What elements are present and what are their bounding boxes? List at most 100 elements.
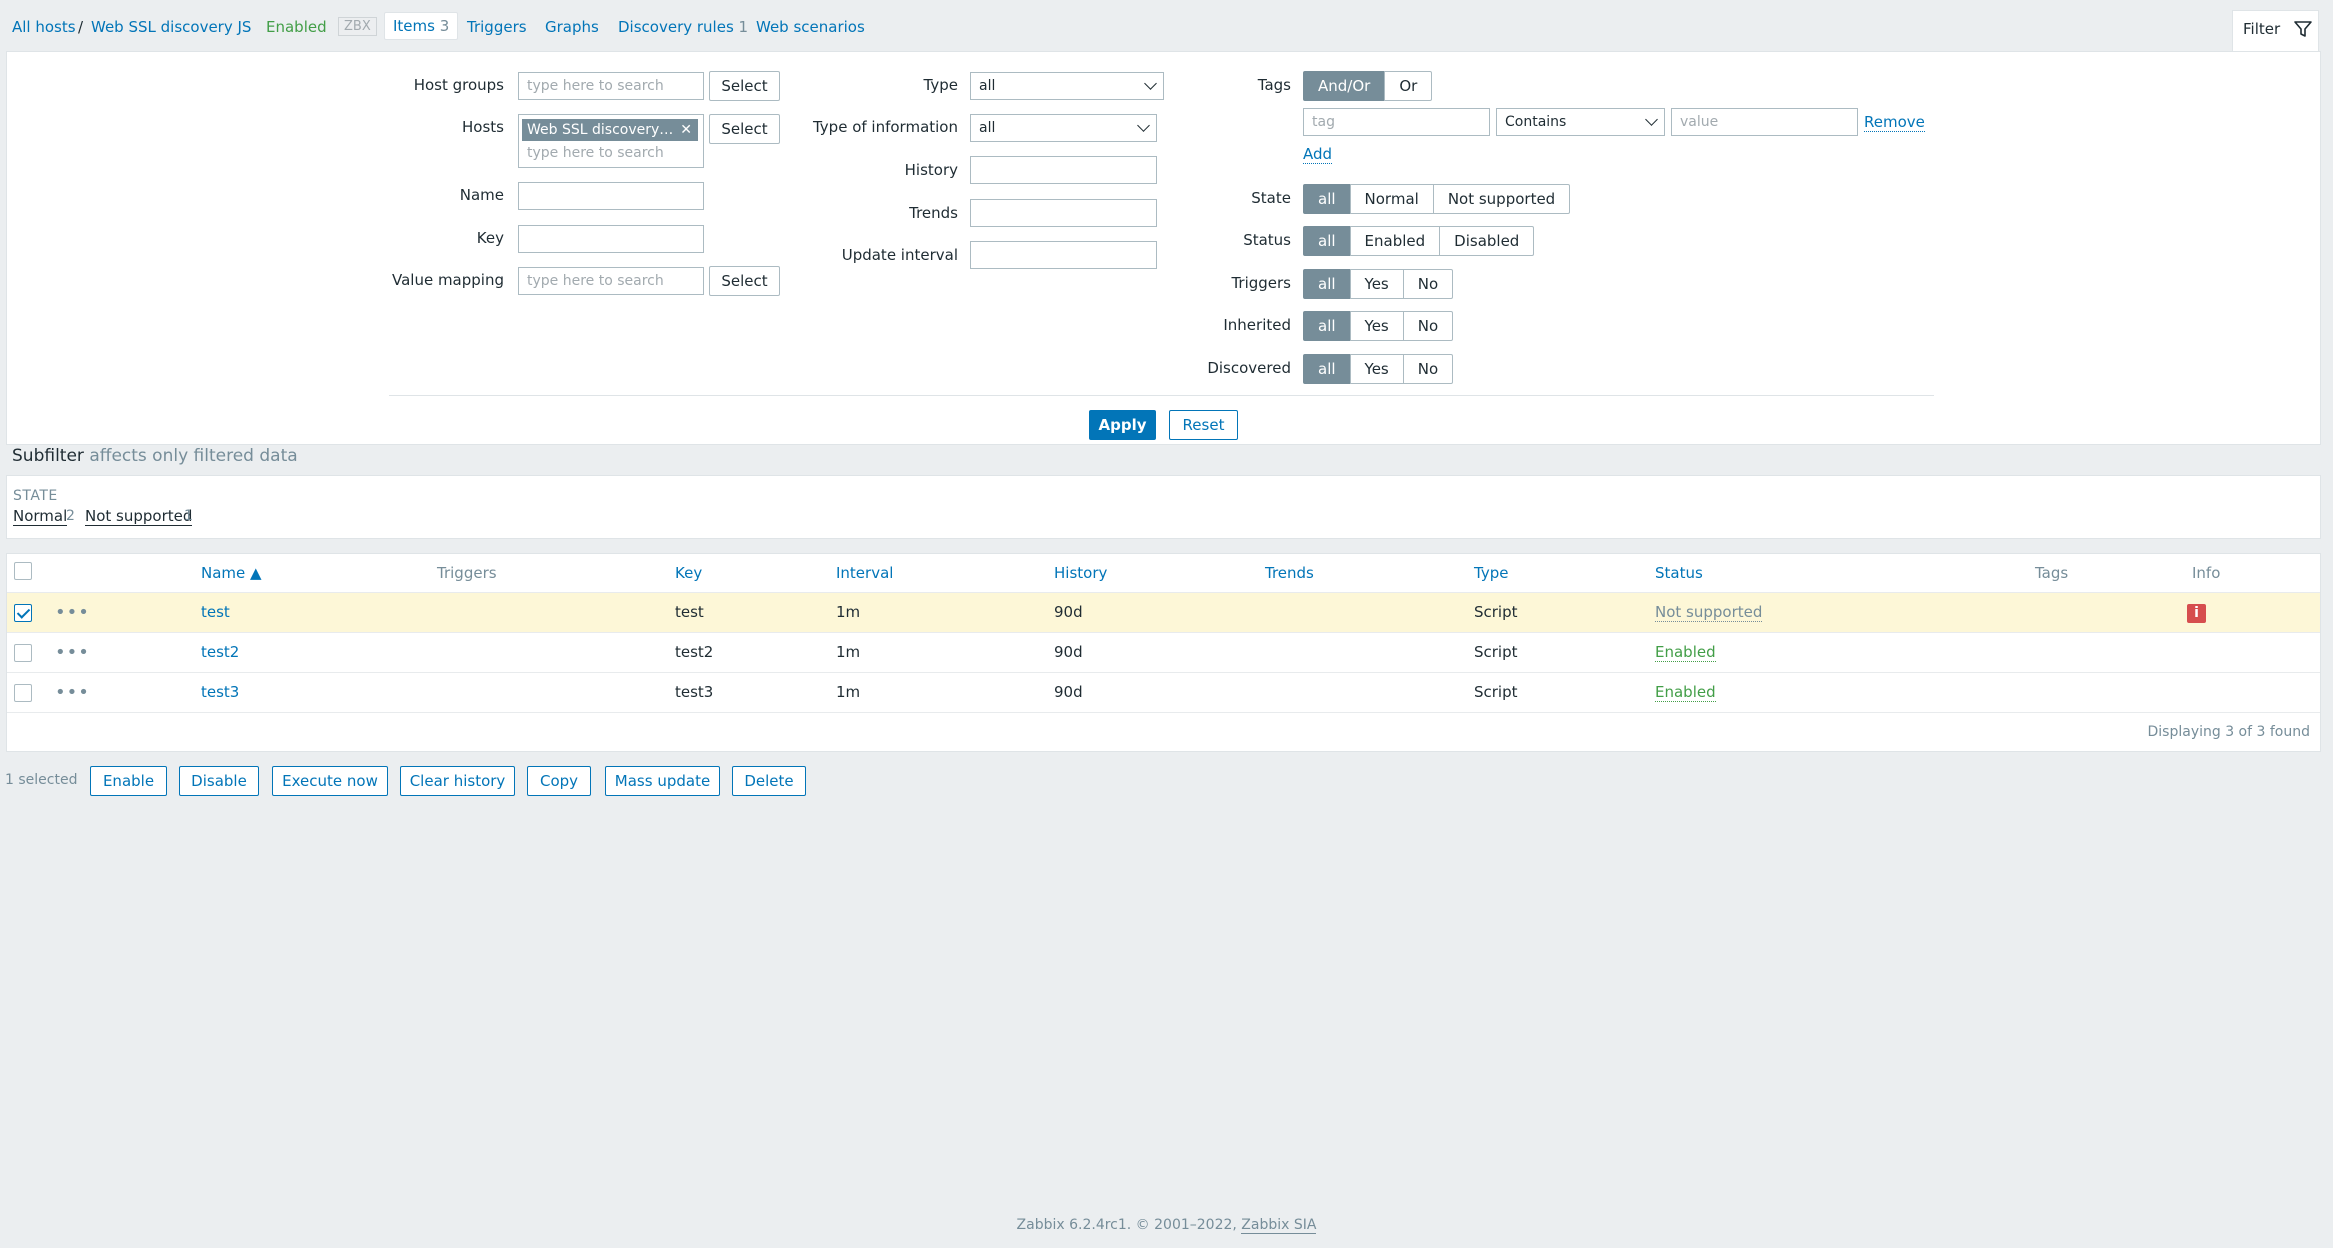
- discovered-label: Discovered: [1207, 359, 1291, 377]
- subfilter-normal-count: 2: [66, 508, 75, 524]
- status-disabled-option[interactable]: Disabled: [1439, 226, 1535, 256]
- item-status-not-supported[interactable]: Not supported: [1655, 603, 1763, 622]
- value-mapping-input[interactable]: type here to search: [518, 267, 704, 295]
- enable-button[interactable]: Enable: [90, 766, 167, 796]
- breadcrumb-host[interactable]: Web SSL discovery JS: [91, 18, 251, 36]
- item-key: test2: [675, 643, 714, 661]
- tab-graphs[interactable]: Graphs: [545, 18, 599, 36]
- status-enabled-option[interactable]: Enabled: [1349, 226, 1441, 256]
- item-history: 90d: [1054, 643, 1083, 661]
- column-header-trends[interactable]: Trends: [1265, 564, 1314, 582]
- trends-label: Trends: [909, 204, 958, 222]
- footer-company-link[interactable]: Zabbix SIA: [1241, 1217, 1317, 1234]
- tab-web-scenarios[interactable]: Web scenarios: [756, 18, 865, 36]
- row-checkbox[interactable]: [14, 644, 32, 662]
- more-actions-icon[interactable]: •••: [55, 684, 90, 702]
- table-bottom-border: [7, 712, 2320, 713]
- column-header-info: Info: [2192, 564, 2221, 582]
- copy-button[interactable]: Copy: [527, 766, 591, 796]
- apply-button[interactable]: Apply: [1089, 410, 1156, 440]
- mass-update-button[interactable]: Mass update: [605, 766, 720, 796]
- inherited-toggle: all Yes No: [1303, 311, 1454, 341]
- more-actions-icon[interactable]: •••: [55, 604, 90, 622]
- discovered-all-option[interactable]: all: [1303, 354, 1351, 384]
- value-mapping-label: Value mapping: [391, 271, 504, 289]
- column-header-history[interactable]: History: [1054, 564, 1107, 582]
- subfilter-heading: Subfilter: [12, 446, 84, 466]
- host-status-enabled[interactable]: Enabled: [266, 18, 327, 36]
- state-normal-option[interactable]: Normal: [1349, 184, 1434, 214]
- item-status-enabled[interactable]: Enabled: [1655, 643, 1716, 662]
- selected-count: 1 selected: [5, 772, 78, 788]
- clear-history-button[interactable]: Clear history: [400, 766, 515, 796]
- state-all-option[interactable]: all: [1303, 184, 1351, 214]
- delete-button[interactable]: Delete: [732, 766, 806, 796]
- inherited-no-option[interactable]: No: [1402, 311, 1454, 341]
- hosts-search-input[interactable]: type here to search: [527, 145, 664, 161]
- tag-operator-select[interactable]: Contains: [1496, 108, 1665, 136]
- status-toggle: all Enabled Disabled: [1303, 226, 1535, 256]
- filter-funnel-icon: [2294, 21, 2312, 37]
- item-interval: 1m: [836, 683, 861, 701]
- host-groups-label: Host groups: [413, 76, 504, 94]
- table-row[interactable]: ••• test2 test2 1m 90d Script Enabled: [7, 632, 2320, 673]
- tags-and-or-option[interactable]: And/Or: [1303, 71, 1386, 101]
- column-header-triggers: Triggers: [437, 564, 497, 582]
- inherited-yes-option[interactable]: Yes: [1349, 311, 1404, 341]
- type-of-information-select[interactable]: all: [970, 114, 1157, 142]
- triggers-all-option[interactable]: all: [1303, 269, 1351, 299]
- select-all-checkbox[interactable]: [14, 562, 32, 580]
- items-table: Name ▲ Triggers Key Interval History Tre…: [6, 553, 2321, 752]
- tab-discovery-rules[interactable]: Discovery rules 1: [618, 18, 748, 36]
- tag-remove-link[interactable]: Remove: [1864, 113, 1925, 132]
- triggers-no-option[interactable]: No: [1402, 269, 1454, 299]
- column-header-name[interactable]: Name ▲: [201, 564, 262, 582]
- column-header-key[interactable]: Key: [675, 564, 702, 582]
- item-key: test3: [675, 683, 714, 701]
- disable-button[interactable]: Disable: [179, 766, 259, 796]
- discovered-yes-option[interactable]: Yes: [1349, 354, 1404, 384]
- row-checkbox[interactable]: [14, 604, 32, 622]
- chevron-down-icon: [1137, 119, 1150, 132]
- type-select-value: all: [979, 78, 996, 94]
- tab-items-count: 3: [439, 17, 450, 35]
- inherited-all-option[interactable]: all: [1303, 311, 1351, 341]
- column-header-type[interactable]: Type: [1474, 564, 1508, 582]
- tag-value-input[interactable]: value: [1671, 108, 1858, 136]
- discovered-no-option[interactable]: No: [1402, 354, 1454, 384]
- column-header-status[interactable]: Status: [1655, 564, 1703, 582]
- history-input[interactable]: [970, 156, 1157, 184]
- triggers-yes-option[interactable]: Yes: [1349, 269, 1404, 299]
- triggers-toggle: all Yes No: [1303, 269, 1454, 299]
- filter-toggle-tab[interactable]: Filter: [2232, 10, 2319, 53]
- row-checkbox[interactable]: [14, 684, 32, 702]
- item-name-link[interactable]: test2: [201, 643, 239, 661]
- subfilter-title: Subfilter affects only filtered data: [12, 446, 298, 466]
- tab-triggers[interactable]: Triggers: [467, 18, 527, 36]
- execute-now-button[interactable]: Execute now: [272, 766, 388, 796]
- table-row[interactable]: ••• test test 1m 90d Script Not supporte…: [7, 592, 2320, 633]
- tags-or-option[interactable]: Or: [1384, 71, 1433, 101]
- tag-add-link[interactable]: Add: [1303, 145, 1333, 164]
- zbx-availability-badge: ZBX: [338, 17, 377, 36]
- subfilter-not-supported[interactable]: Not supported: [85, 508, 193, 526]
- column-header-interval[interactable]: Interval: [836, 564, 893, 582]
- item-status-enabled[interactable]: Enabled: [1655, 683, 1716, 702]
- hosts-label: Hosts: [462, 118, 504, 136]
- state-label: State: [1251, 189, 1291, 207]
- more-actions-icon[interactable]: •••: [55, 644, 90, 662]
- value-mapping-select-button[interactable]: Select: [709, 266, 780, 296]
- subfilter-normal[interactable]: Normal: [13, 508, 68, 526]
- table-row[interactable]: ••• test3 test3 1m 90d Script Enabled: [7, 672, 2320, 713]
- state-not-supported-option[interactable]: Not supported: [1432, 184, 1571, 214]
- error-info-icon[interactable]: i: [2187, 604, 2206, 623]
- tab-items[interactable]: Items 3: [384, 12, 459, 40]
- status-all-option[interactable]: all: [1303, 226, 1351, 256]
- subfilter-state-heading: STATE: [13, 488, 58, 504]
- tag-name-input[interactable]: tag: [1303, 108, 1490, 136]
- item-name-link[interactable]: test3: [201, 683, 239, 701]
- name-label: Name: [459, 186, 504, 204]
- breadcrumb-all-hosts[interactable]: All hosts: [12, 18, 76, 36]
- reset-button[interactable]: Reset: [1169, 410, 1238, 440]
- item-name-link[interactable]: test: [201, 603, 230, 621]
